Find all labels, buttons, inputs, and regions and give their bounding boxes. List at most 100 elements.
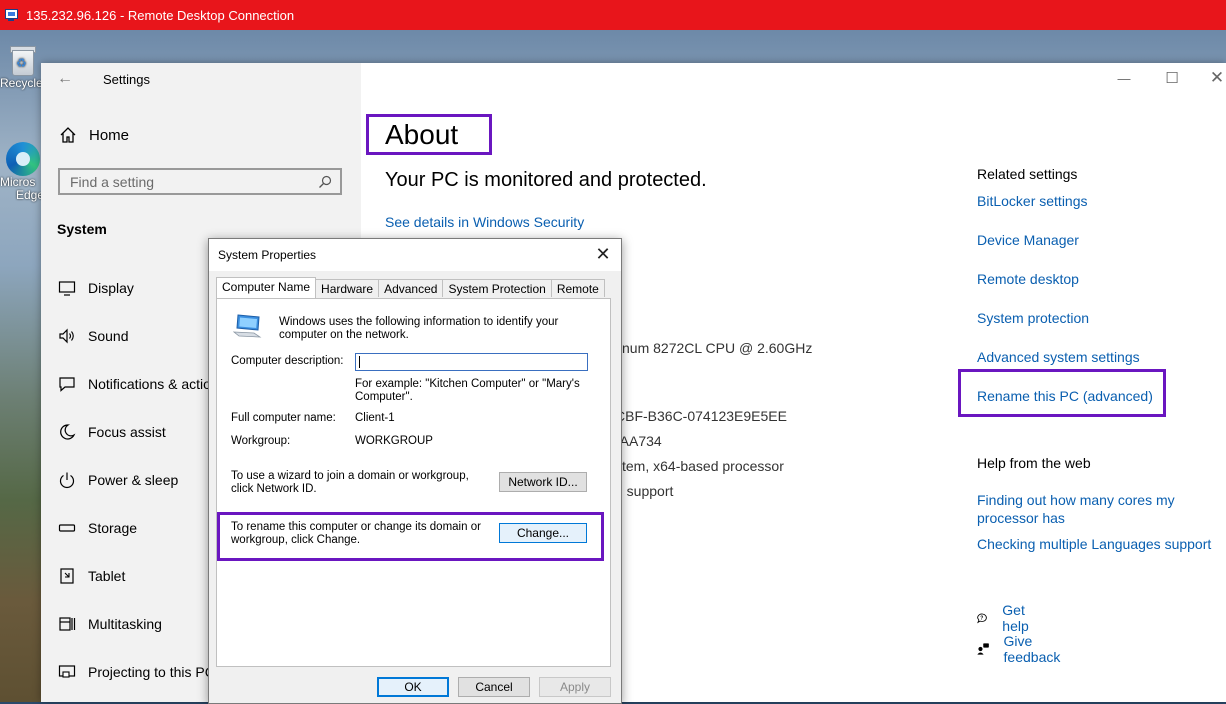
sidebar-item-label: Home: [89, 126, 130, 144]
svg-text:?: ?: [980, 616, 983, 622]
network-id-instructions: To use a wizard to join a domain or work…: [231, 470, 469, 495]
give-feedback-link[interactable]: Give feedback: [1004, 633, 1066, 665]
rename-instructions: To rename this computer or change its do…: [231, 521, 481, 546]
sound-icon: [59, 328, 74, 344]
tab-advanced[interactable]: Advanced: [378, 279, 444, 297]
change-button[interactable]: Change...: [499, 523, 587, 543]
dialog-close-icon[interactable]: ✕: [593, 244, 613, 265]
page-title: About: [366, 114, 492, 155]
sidebar-item-projecting[interactable]: Projecting to this PC: [58, 663, 215, 681]
remote-desktop-titlebar: 135.232.96.126 - Remote Desktop Connecti…: [0, 0, 1226, 30]
sidebar-item-label: Multitasking: [88, 616, 162, 632]
search-placeholder: Find a setting: [70, 174, 155, 190]
sidebar-item-focus-assist[interactable]: Focus assist: [58, 423, 166, 441]
computer-description-input[interactable]: [355, 353, 588, 371]
spec-processor: tinum 8272CL CPU @ 2.60GHz: [615, 340, 813, 356]
edge-icon: [6, 142, 40, 176]
help-header: Help from the web: [977, 455, 1091, 471]
sidebar-item-display[interactable]: Display: [58, 279, 134, 297]
sidebar-item-notifications[interactable]: Notifications & actio: [58, 375, 211, 393]
sidebar-item-label: Display: [88, 280, 134, 296]
recycle-bin-icon: ♻: [8, 44, 36, 76]
give-feedback-icon: [977, 643, 989, 655]
projecting-icon: [58, 665, 76, 678]
sidebar-item-label: Focus assist: [88, 424, 166, 440]
focus-assist-icon: [60, 424, 76, 440]
sidebar-item-multitasking[interactable]: Multitasking: [58, 615, 162, 633]
apply-button[interactable]: Apply: [539, 677, 611, 697]
remote-desktop-link[interactable]: Remote desktop: [977, 271, 1079, 287]
multitasking-icon: [59, 617, 76, 631]
cancel-button[interactable]: Cancel: [458, 677, 530, 697]
sidebar-item-storage[interactable]: Storage: [58, 519, 137, 537]
tab-remote[interactable]: Remote: [550, 279, 605, 297]
sidebar-item-sound[interactable]: Sound: [58, 327, 128, 345]
get-help-link[interactable]: Get help: [1002, 602, 1035, 634]
give-feedback-row[interactable]: Give feedback: [977, 633, 1066, 665]
text-caret: [359, 356, 360, 368]
notifications-icon: [59, 377, 75, 392]
network-id-button[interactable]: Network ID...: [499, 472, 587, 492]
full-computer-name-value: Client-1: [355, 412, 395, 424]
minimize-button[interactable]: —: [1114, 71, 1134, 86]
tab-computer-name[interactable]: Computer Name: [216, 277, 317, 298]
sidebar-item-power-sleep[interactable]: Power & sleep: [58, 471, 178, 489]
computer-icon: [233, 314, 262, 338]
dialog-title: System Properties: [218, 248, 317, 262]
sidebar-item-home[interactable]: Home: [59, 126, 129, 144]
windows-security-link[interactable]: See details in Windows Security: [385, 214, 584, 230]
sidebar-item-label: Notifications & actio: [88, 376, 211, 392]
computer-name-panel: Windows uses the following information t…: [216, 298, 611, 667]
sidebar-item-label: Tablet: [88, 568, 126, 584]
home-icon: [60, 127, 76, 143]
system-protection-link[interactable]: System protection: [977, 310, 1089, 326]
ok-button[interactable]: OK: [377, 677, 449, 697]
maximize-button[interactable]: ☐: [1162, 69, 1182, 87]
storage-icon: [58, 524, 76, 532]
computer-description-label: Computer description:: [231, 355, 344, 367]
recycle-bin-shortcut[interactable]: ♻ Recycle: [0, 38, 43, 90]
intro-text: Windows uses the following information t…: [279, 316, 559, 341]
workgroup-label: Workgroup:: [231, 435, 291, 447]
tablet-icon: [60, 568, 74, 584]
section-system: System: [57, 221, 107, 237]
sidebar-item-label: Power & sleep: [88, 472, 179, 488]
protection-status: Your PC is monitored and protected.: [385, 169, 707, 191]
tab-system-protection[interactable]: System Protection: [442, 279, 552, 297]
full-computer-name-label: Full computer name:: [231, 412, 336, 424]
tab-hardware[interactable]: Hardware: [315, 279, 380, 297]
edge-label-line2: Edge: [16, 188, 45, 202]
advanced-system-settings-link[interactable]: Advanced system settings: [977, 349, 1140, 365]
description-example: For example: "Kitchen Computer" or "Mary…: [355, 378, 580, 403]
get-help-row[interactable]: ? Get help: [977, 602, 1035, 634]
sidebar-item-label: Projecting to this PC: [88, 664, 215, 680]
settings-window-title: Settings: [103, 72, 150, 87]
close-button[interactable]: ✕: [1207, 68, 1226, 88]
remote-desktop-title: 135.232.96.126 - Remote Desktop Connecti…: [26, 7, 295, 23]
find-setting-input[interactable]: Find a setting: [58, 168, 342, 195]
spec-device-id: CBF-B36C-074123E9E5EE: [615, 408, 787, 424]
device-manager-link[interactable]: Device Manager: [977, 232, 1079, 248]
workgroup-value: WORKGROUP: [355, 435, 433, 447]
sidebar-item-label: Storage: [88, 520, 138, 536]
dialog-tabs: Computer Name Hardware Advanced System P…: [216, 277, 605, 298]
spec-product-id: -AA734: [615, 433, 662, 449]
sidebar-item-label: Sound: [88, 328, 129, 344]
sidebar-item-tablet[interactable]: Tablet: [58, 567, 125, 585]
search-icon: [319, 175, 332, 188]
display-icon: [58, 281, 76, 296]
dialog-titlebar: System Properties ✕: [209, 239, 621, 271]
get-help-icon: ?: [977, 613, 987, 624]
rename-pc-link[interactable]: Rename this PC (advanced): [977, 388, 1153, 404]
system-properties-dialog: System Properties ✕ Computer Name Hardwa…: [208, 238, 622, 704]
power-icon: [59, 472, 75, 489]
languages-help-link[interactable]: Checking multiple Languages support: [977, 536, 1211, 552]
recycle-bin-label: Recycle: [0, 76, 43, 90]
cores-help-link[interactable]: Finding out how many cores my processor …: [977, 491, 1197, 527]
related-settings-header: Related settings: [977, 166, 1078, 182]
bitlocker-settings-link[interactable]: BitLocker settings: [977, 193, 1088, 209]
spec-pen-touch: h support: [615, 483, 674, 499]
edge-shortcut[interactable]: Micros Edge: [0, 136, 45, 202]
spec-system-type: stem, x64-based processor: [615, 458, 784, 474]
back-arrow-icon[interactable]: ←: [57, 71, 73, 87]
